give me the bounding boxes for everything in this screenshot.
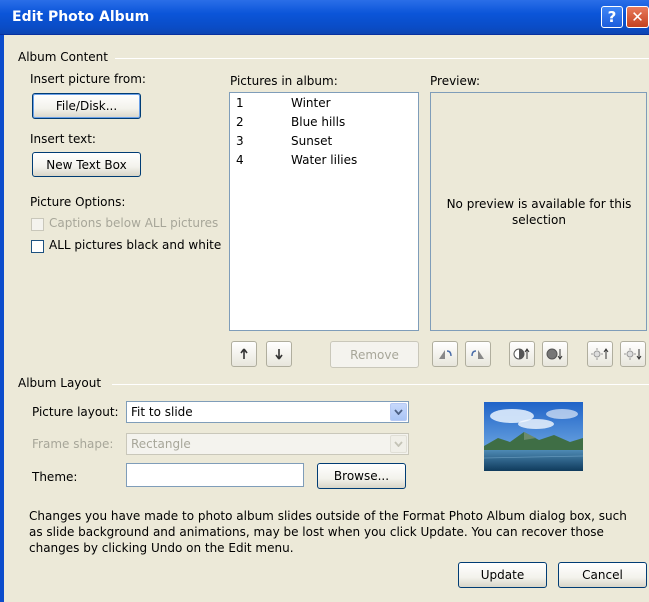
new-text-box-button-label: New Text Box (46, 157, 127, 172)
black-white-checkbox[interactable] (31, 240, 44, 253)
rotate-left-icon (439, 350, 452, 359)
pictures-in-album-label: Pictures in album: (230, 74, 338, 88)
rotate-right-button[interactable] (465, 341, 491, 367)
new-text-box-button[interactable]: New Text Box (32, 152, 141, 177)
brightness-up-icon (591, 348, 609, 360)
close-icon: ✕ (631, 8, 644, 26)
captions-checkbox-label: Captions below ALL pictures (49, 216, 219, 230)
album-layout-divider (112, 384, 649, 385)
black-white-checkbox-label: ALL pictures black and white (49, 238, 222, 252)
picture-layout-select[interactable]: Fit to slide (126, 401, 409, 423)
help-icon: ? (607, 8, 617, 26)
pictures-list[interactable]: 1 Winter 2 Blue hills 3 Sunset 4 Water lilie… (229, 92, 419, 331)
browse-button[interactable]: Browse... (317, 463, 406, 489)
browse-button-label: Browse... (333, 469, 390, 483)
cancel-button[interactable]: Cancel (558, 562, 647, 588)
album-layout-group-label: Album Layout (18, 376, 106, 390)
picture-options-label: Picture Options: (30, 195, 126, 209)
album-content-divider (115, 58, 649, 59)
theme-input[interactable] (126, 463, 304, 487)
update-notice: Changes you have made to photo album sli… (29, 509, 627, 555)
file-disk-button[interactable]: File/Disk... (32, 93, 141, 119)
brightness-down-button[interactable] (620, 341, 646, 367)
close-button[interactable]: ✕ (626, 6, 649, 28)
rotate-left-button[interactable] (432, 341, 458, 367)
contrast-up-icon (513, 348, 530, 360)
layout-preview-thumbnail (484, 402, 583, 471)
brightness-up-button[interactable] (587, 341, 613, 367)
move-down-button[interactable] (266, 341, 292, 367)
help-button[interactable]: ? (601, 6, 623, 28)
window-left-border (0, 35, 4, 602)
preview-message: No preview is available for this selecti… (446, 197, 632, 227)
remove-button-label: Remove (350, 347, 399, 362)
contrast-down-button[interactable] (542, 341, 568, 367)
theme-label: Theme: (32, 470, 78, 484)
file-disk-button-label: File/Disk... (55, 99, 118, 113)
rotate-right-icon (471, 350, 484, 359)
captions-checkbox[interactable] (31, 218, 44, 231)
update-button[interactable]: Update (458, 562, 547, 588)
remove-button[interactable]: Remove (330, 341, 419, 368)
chevron-down-icon[interactable] (390, 403, 407, 421)
update-button-label: Update (480, 568, 525, 582)
insert-picture-label: Insert picture from: (30, 72, 146, 86)
list-item[interactable]: 3 Sunset (236, 134, 332, 153)
cancel-button-label: Cancel (582, 568, 623, 582)
frame-shape-select[interactable]: Rectangle (126, 433, 409, 455)
landscape-thumbnail-image (484, 402, 583, 471)
preview-label: Preview: (430, 74, 481, 88)
list-item[interactable]: 1 Winter (236, 96, 331, 115)
album-content-group-label: Album Content (18, 50, 112, 64)
frame-shape-value: Rectangle (131, 437, 191, 451)
arrow-up-icon (240, 348, 248, 359)
frame-shape-label: Frame shape: (32, 437, 114, 451)
preview-pane: No preview is available for this selecti… (430, 92, 647, 331)
picture-layout-value: Fit to slide (131, 405, 193, 419)
list-item[interactable]: 4 Water lilies (236, 153, 357, 172)
contrast-down-icon (546, 348, 563, 360)
chevron-down-icon[interactable] (390, 435, 407, 453)
window-title: Edit Photo Album (12, 9, 150, 25)
contrast-up-button[interactable] (509, 341, 535, 367)
brightness-down-icon (624, 348, 642, 360)
insert-text-label: Insert text: (30, 132, 96, 146)
arrow-down-icon (275, 349, 283, 360)
picture-layout-label: Picture layout: (32, 405, 119, 419)
list-item[interactable]: 2 Blue hills (236, 115, 345, 134)
move-up-button[interactable] (231, 341, 257, 367)
